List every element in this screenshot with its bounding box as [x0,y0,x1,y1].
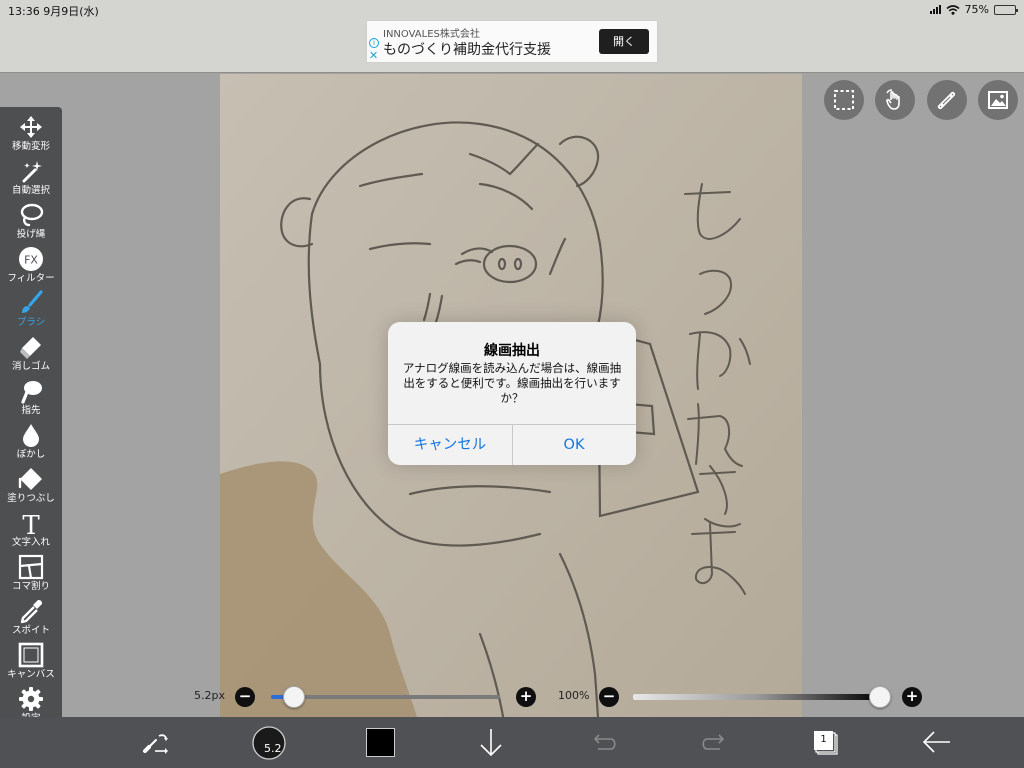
save-down-button[interactable] [466,717,516,768]
hand-icon [886,89,900,110]
brush-size-label: 5.2px [194,689,225,702]
tool-eraser[interactable]: 消しゴム [0,333,62,377]
tool-auto-select[interactable]: 自動選択 [0,157,62,201]
tool-label: 塗りつぶし [7,493,55,504]
brush-icon [22,290,43,313]
ruler-icon [937,91,956,110]
tool-label: 文字入れ [11,537,50,548]
ad-banner[interactable]: i ✕ INNOVALES株式会社 ものづくり補助金代行支援 開く [366,20,658,63]
dialog-message: アナログ線画を読み込んだ場合は、線画抽出をすると便利です。線画抽出を行いますか？ [402,361,622,405]
magic-wand-icon [22,161,42,183]
tool-eyedropper[interactable]: スポイト [0,597,62,641]
hand-button[interactable] [875,80,915,120]
tool-label: 消しゴム [11,361,50,372]
opacity-minus-button[interactable]: − [599,687,619,707]
color-swatch [366,728,395,757]
gear-icon [19,687,43,711]
move-icon [20,116,42,138]
material-button[interactable] [978,80,1018,120]
selection-button[interactable] [824,80,864,120]
selection-icon [834,90,854,110]
opacity-plus-button[interactable]: + [902,687,922,707]
tool-palette: 移動変形 自動選択 投げ縄 FX フィルター ブラシ 消しゴム 指先 ぼかし 塗… [0,107,62,735]
tool-brush[interactable]: ブラシ [0,289,62,333]
battery-percent: 75% [964,3,989,16]
brush-settings-button[interactable] [132,717,182,768]
tool-lasso[interactable]: 投げ縄 [0,201,62,245]
status-indicators: 75% [929,3,1018,16]
back-button[interactable] [912,717,962,768]
blur-drop-icon [23,424,39,447]
tool-label: キャンバス [7,669,55,680]
brush-size-thumb[interactable] [283,686,305,708]
tool-panel[interactable]: コマ割り [0,553,62,597]
tool-label: コマ割り [11,581,50,592]
bottom-toolbar: 5.2 1 [0,717,1024,768]
brush-size-button[interactable]: 5.2 [244,717,294,768]
brush-size-track[interactable] [271,695,500,699]
tool-label: 指先 [21,405,41,416]
ruler-button[interactable] [927,80,967,120]
opacity-label: 100% [558,689,590,702]
tool-move[interactable]: 移動変形 [0,113,62,157]
undo-icon [593,734,616,750]
smudge-icon [21,381,42,404]
undo-button[interactable] [578,717,628,768]
layers-button[interactable]: 1 [802,717,852,768]
ad-open-button[interactable]: 開く [599,29,649,54]
cancel-button[interactable]: キャンセル [388,425,512,465]
material-icon [988,91,1008,109]
opacity-track[interactable] [633,694,881,700]
line-extraction-dialog: 線画抽出 アナログ線画を読み込んだ場合は、線画抽出をすると便利です。線画抽出を行… [388,322,636,465]
cellular-signal-icon [929,5,941,14]
text-glyph: T [22,511,40,537]
lasso-icon [20,203,44,227]
redo-icon [702,734,725,750]
tool-smudge[interactable]: 指先 [0,377,62,421]
ok-button[interactable]: OK [512,425,636,465]
battery-icon [994,4,1018,15]
canvas-icon [18,642,44,668]
panel-icon [18,554,44,580]
tool-text[interactable]: T 文字入れ [0,509,62,553]
wifi-icon [946,4,960,15]
top-strip: 13:36 9月9日(水) 75% i ✕ INNOVALES株式会社 ものづく… [0,0,1024,73]
tool-blur[interactable]: ぼかし [0,421,62,465]
tool-filter[interactable]: FX フィルター [0,245,62,289]
close-icon[interactable]: ✕ [369,50,378,61]
tool-label: 移動変形 [11,141,50,152]
ad-company: INNOVALES株式会社 [383,29,480,40]
fx-glyph: FX [24,254,38,267]
dialog-title: 線画抽出 [484,343,540,359]
status-time: 13:36 9月9日(水) [8,5,99,18]
brush-size-minus-button[interactable]: − [235,687,255,707]
tool-label: ぼかし [16,449,46,460]
tool-label: スポイト [11,625,50,636]
ad-headline: ものづくり補助金代行支援 [383,42,551,58]
arrow-down-icon [480,729,502,757]
tool-label: 自動選択 [11,185,50,196]
fx-icon: FX [19,247,43,271]
brush-size-badge: 5.2 [264,742,282,755]
brush-size-plus-button[interactable]: + [516,687,536,707]
brush-swap-icon [143,734,168,754]
tool-label: フィルター [7,273,55,284]
info-icon[interactable]: i [369,38,379,48]
text-icon: T [22,511,40,537]
bucket-icon [18,468,42,490]
tool-label: 投げ縄 [16,229,46,240]
color-button[interactable] [356,717,406,768]
tool-canvas[interactable]: キャンバス [0,641,62,685]
tool-label: ブラシ [16,317,46,328]
tool-fill[interactable]: 塗りつぶし [0,465,62,509]
arrow-left-icon [922,731,950,753]
eyedropper-icon [20,600,42,624]
opacity-thumb[interactable] [869,686,891,708]
redo-button[interactable] [690,717,740,768]
eraser-icon [20,337,41,359]
layer-count: 1 [820,734,827,745]
